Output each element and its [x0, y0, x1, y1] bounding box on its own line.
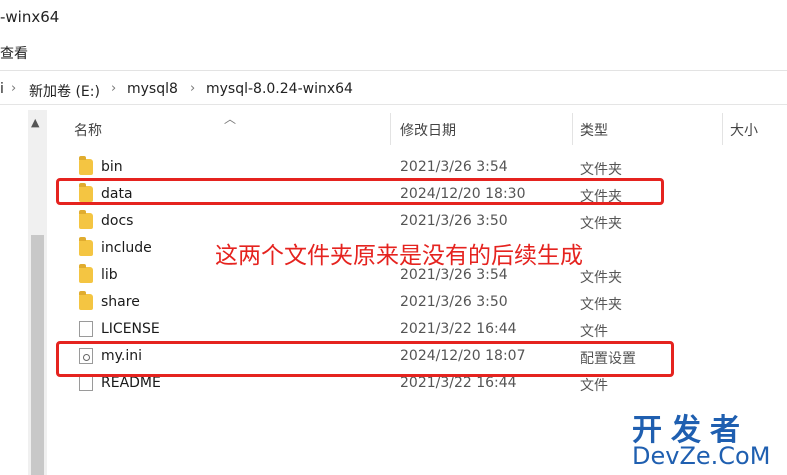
file-icon: [79, 321, 93, 337]
file-type: 文件夹: [580, 216, 622, 232]
highlight-box-my-ini: [56, 341, 674, 377]
address-bar[interactable]: i › 新加卷 (E:) › mysql8 › mysql-8.0.24-win…: [0, 74, 787, 105]
chevron-right-icon: ›: [111, 81, 117, 96]
column-header-size[interactable]: 大小: [730, 120, 758, 140]
folder-icon: [79, 264, 93, 283]
column-divider[interactable]: [572, 113, 573, 145]
ribbon-tab-view[interactable]: 查看: [0, 43, 28, 63]
file-date: 2021/3/26 3:54: [400, 159, 508, 175]
file-date: 2021/3/22 16:44: [400, 375, 517, 391]
file-date: 2021/3/26 3:50: [400, 213, 508, 229]
address-prefix: i: [0, 81, 4, 97]
sort-ascending-icon: ︿: [224, 112, 237, 126]
nav-scrollbar[interactable]: ▲: [28, 110, 47, 475]
file-row-license[interactable]: LICENSE 2021/3/22 16:44 文件: [60, 316, 660, 343]
breadcrumb-drive[interactable]: 新加卷 (E:): [29, 81, 100, 101]
ribbon-bar: 查看: [0, 36, 787, 71]
file-type: 文件: [580, 378, 608, 394]
column-header-type[interactable]: 类型: [580, 120, 608, 140]
breadcrumb-mysql-folder[interactable]: mysql-8.0.24-winx64: [206, 81, 353, 97]
file-date: 2021/3/26 3:50: [400, 294, 508, 310]
breadcrumb-mysql8[interactable]: mysql8: [127, 81, 178, 97]
file-type: 文件: [580, 324, 608, 340]
file-type: 文件夹: [580, 297, 622, 313]
column-divider[interactable]: [390, 113, 391, 145]
file-type: 文件夹: [580, 270, 622, 286]
file-row-docs[interactable]: docs 2021/3/26 3:50 文件夹: [60, 208, 660, 235]
file-type: 文件夹: [580, 162, 622, 178]
file-name: include: [101, 240, 152, 256]
highlight-box-data: [56, 178, 664, 205]
chevron-right-icon: ›: [190, 81, 196, 96]
chevron-right-icon: ›: [11, 81, 17, 96]
folder-icon: [79, 237, 93, 256]
file-name: LICENSE: [101, 321, 160, 337]
folder-icon: [79, 291, 93, 310]
file-name: share: [101, 294, 140, 310]
watermark-site: DevZe.CoM: [632, 442, 771, 470]
file-row-share[interactable]: share 2021/3/26 3:50 文件夹: [60, 289, 660, 316]
column-header-name[interactable]: 名称: [74, 120, 102, 140]
window-title: -winx64: [0, 8, 60, 26]
scroll-up-icon[interactable]: ▲: [31, 116, 39, 129]
file-name: lib: [101, 267, 118, 283]
file-name: docs: [101, 213, 134, 229]
file-name: bin: [101, 159, 123, 175]
file-date: 2021/3/22 16:44: [400, 321, 517, 337]
folder-icon: [79, 210, 93, 229]
annotation-text: 这两个文件夹原来是没有的后续生成: [215, 243, 583, 269]
column-header-date[interactable]: 修改日期: [400, 120, 456, 140]
title-bar: -winx64: [0, 0, 787, 36]
folder-icon: [79, 156, 93, 175]
file-row-bin[interactable]: bin 2021/3/26 3:54 文件夹: [60, 154, 660, 181]
scroll-thumb[interactable]: [31, 235, 44, 475]
column-divider[interactable]: [722, 113, 723, 145]
file-icon: [79, 375, 93, 391]
file-name: README: [101, 375, 161, 391]
